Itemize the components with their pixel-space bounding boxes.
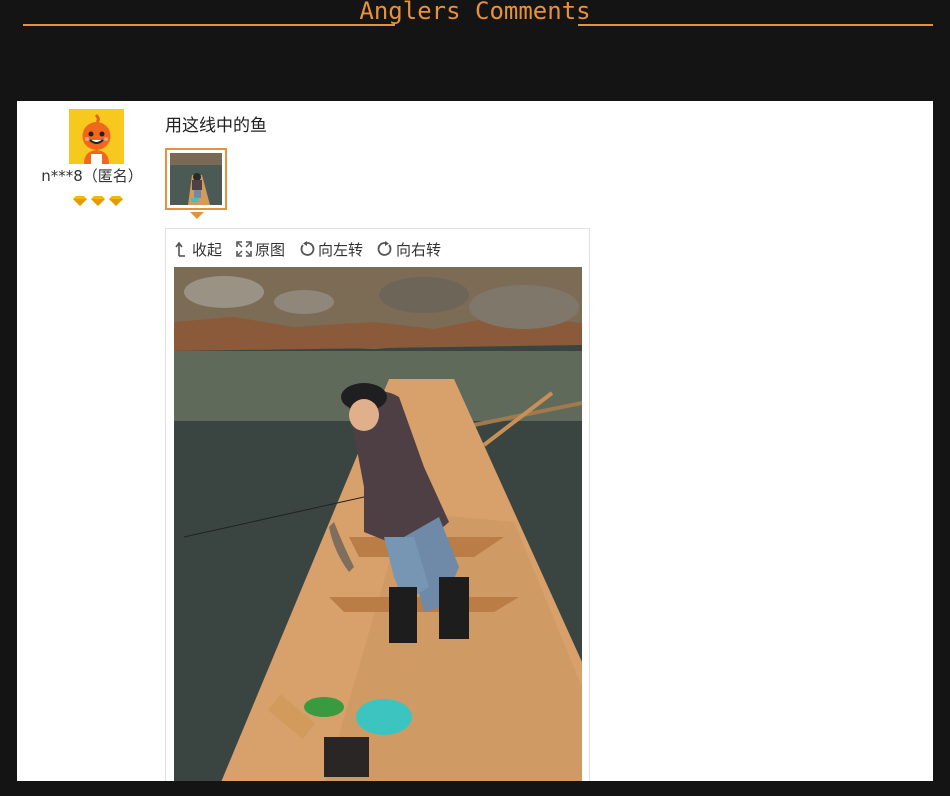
header-rule-right — [578, 24, 933, 26]
rotate-right-button[interactable]: 向右转 — [377, 239, 441, 260]
rotate-right-label: 向右转 — [396, 240, 442, 259]
diamond-icon — [73, 196, 87, 206]
page-header: Anglers Comments — [0, 0, 950, 40]
avatar — [69, 109, 124, 164]
collapse-label: 收起 — [192, 240, 223, 259]
rotate-left-label: 向左转 — [318, 240, 364, 259]
comment-text: 用这线中的鱼 — [165, 116, 267, 136]
photo-viewer: 收起 原图 向左转 向右转 — [165, 228, 590, 781]
review-photo — [174, 267, 582, 781]
rotate-right-icon — [377, 241, 392, 256]
photo-thumbnail[interactable] — [165, 148, 227, 210]
rotate-left-button[interactable]: 向左转 — [299, 239, 363, 260]
page-title: Anglers Comments — [359, 0, 591, 25]
expand-icon — [236, 241, 252, 257]
view-original-button[interactable]: 原图 — [236, 239, 285, 260]
review-panel: n***8（匿名） 用这线中的鱼 收起 原图 向左转 向右转 — [17, 101, 933, 781]
collapse-button[interactable]: 收起 — [175, 239, 222, 260]
thumbnail-pointer — [190, 212, 204, 219]
photo-toolbar: 收起 原图 向左转 向右转 — [175, 237, 455, 261]
collapse-arrow-icon — [175, 241, 185, 257]
rotate-left-icon — [300, 241, 315, 256]
thumbnail-image — [170, 153, 222, 205]
view-original-label: 原图 — [255, 240, 286, 259]
diamond-icon — [109, 196, 123, 206]
diamond-icon — [91, 196, 105, 206]
reviewer-rank-diamonds — [73, 196, 123, 206]
reviewer-name: n***8（匿名） — [41, 167, 143, 185]
